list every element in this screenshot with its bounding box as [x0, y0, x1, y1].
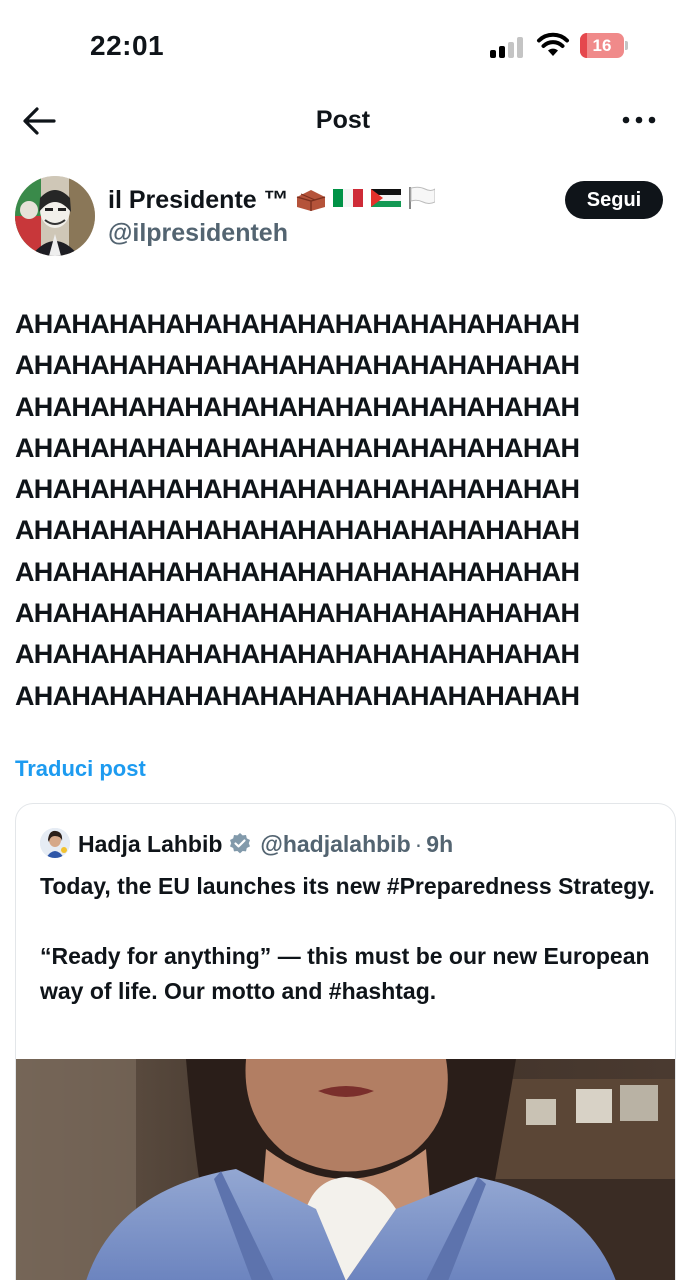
author-handle[interactable]: @ilpresidenteh: [108, 219, 288, 248]
name-emojis: [295, 185, 436, 216]
quoted-paragraph: Today, the EU launches its new #Prepared…: [40, 873, 655, 899]
signal-icon: [490, 36, 526, 58]
status-time: 22:01: [90, 30, 165, 61]
follow-button[interactable]: Segui: [565, 181, 663, 219]
quoted-header: Hadja Lahbib @hadjalahbib · 9h: [78, 828, 453, 860]
post-line: AHAHAHAHAHAHAHAHAHAHAHAHAHAHAH: [15, 556, 580, 587]
avatar[interactable]: [15, 176, 95, 256]
quoted-timestamp: 9h: [426, 830, 454, 857]
status-bar: 22:01 16: [0, 0, 686, 90]
quoted-avatar[interactable]: [40, 828, 70, 858]
post-line: AHAHAHAHAHAHAHAHAHAHAHAHAHAHAH: [15, 598, 580, 629]
post-body: AHAHAHAHAHAHAHAHAHAHAHAHAHAHAH AHAHAHAHA…: [15, 304, 675, 717]
quoted-post[interactable]: Hadja Lahbib @hadjalahbib · 9h Today, th…: [15, 803, 676, 1280]
post-line: AHAHAHAHAHAHAHAHAHAHAHAHAHAHAH: [15, 474, 580, 505]
italy-flag-icon: [332, 188, 363, 207]
post-line: AHAHAHAHAHAHAHAHAHAHAHAHAHAHAH: [15, 680, 580, 711]
post-line: AHAHAHAHAHAHAHAHAHAHAHAHAHAHAH: [15, 515, 580, 546]
ellipsis-icon[interactable]: [622, 115, 656, 125]
white-flag-icon: [408, 186, 436, 209]
quoted-handle[interactable]: @hadjalahbib: [260, 831, 410, 858]
quoted-paragraph: “Ready for anything” — this must be our …: [40, 943, 650, 1004]
page-title: Post: [315, 106, 371, 134]
wifi-icon: [537, 32, 569, 56]
verified-badge-icon: [230, 833, 251, 854]
post-line: AHAHAHAHAHAHAHAHAHAHAHAHAHAHAH: [15, 309, 580, 339]
translate-link[interactable]: Traduci post: [15, 756, 146, 782]
palestine-flag-icon: [370, 188, 401, 207]
post-line: AHAHAHAHAHAHAHAHAHAHAHAHAHAHAH: [15, 639, 580, 670]
post-line: AHAHAHAHAHAHAHAHAHAHAHAHAHAHAH: [15, 391, 580, 422]
top-nav: Post: [0, 90, 686, 152]
quoted-text: Today, the EU launches its new #Prepared…: [40, 869, 670, 1009]
quoted-video-thumbnail[interactable]: [16, 1059, 675, 1280]
quoted-separator: ·: [414, 830, 423, 857]
battery-icon: 16: [580, 33, 628, 58]
battery-level: 16: [592, 36, 612, 55]
post-line: AHAHAHAHAHAHAHAHAHAHAHAHAHAHAH: [15, 432, 580, 463]
quoted-name[interactable]: Hadja Lahbib: [78, 831, 222, 858]
author-name-row[interactable]: il Presidente ™: [108, 183, 436, 217]
brick-icon: [296, 189, 325, 211]
post-line: AHAHAHAHAHAHAHAHAHAHAHAHAHAHAH: [15, 350, 580, 381]
author-name[interactable]: il Presidente ™: [108, 186, 289, 215]
